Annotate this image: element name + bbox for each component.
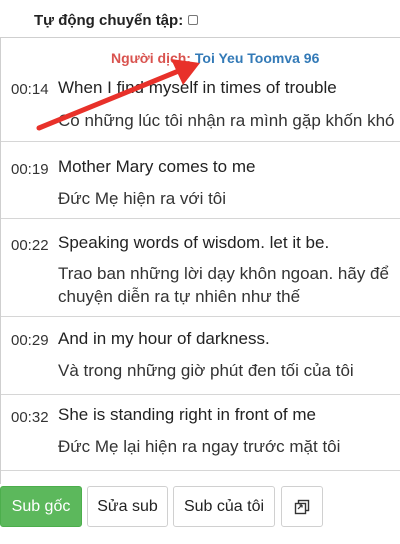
subtitle-list[interactable]: Người dịch: Toi Yeu Toomva 96 00:14 When…: [0, 37, 400, 484]
sub-toolbar: Sub gốc Sửa sub Sub của tôi: [0, 484, 400, 544]
subtitle-original: Mother Mary comes to me: [58, 157, 256, 176]
edit-sub-button[interactable]: Sửa sub: [87, 486, 168, 527]
subtitle-original: When I find myself in times of trouble: [58, 78, 337, 97]
subtitle-original: Speaking words of wisdom. let it be.: [58, 233, 330, 252]
subtitle-time: 00:19: [11, 161, 49, 178]
subtitle-translation: Đức Mẹ lại hiện ra ngay trước mặt tôi: [58, 437, 341, 456]
subtitle-time: 00:32: [11, 409, 49, 426]
subtitle-original: And in my hour of darkness.: [58, 329, 270, 348]
subtitle-item[interactable]: 00:29 And in my hour of darkness. Và tro…: [1, 317, 400, 395]
subtitle-item[interactable]: 00:32 She is standing right in front of …: [1, 395, 400, 471]
subtitle-translation-line-2: chuyện diễn ra tự nhiên như thế: [58, 287, 301, 306]
subtitle-time: 00:14: [11, 81, 49, 98]
autoplay-bar: Tự động chuyển tập:: [0, 0, 400, 40]
subtitle-item[interactable]: 00:14 When I find myself in times of tro…: [1, 38, 400, 142]
subtitle-item[interactable]: 00:22 Speaking words of wisdom. let it b…: [1, 219, 400, 317]
copy-icon: [294, 499, 310, 514]
subtitle-translation: Và trong những giờ phút đen tối của tôi: [58, 361, 354, 380]
subtitle-widget: Tự động chuyển tập: Người dịch: Toi Yeu …: [0, 0, 400, 544]
subtitle-translation: Có những lúc tôi nhận ra mình gặp khốn k…: [58, 111, 395, 130]
subtitle-time: 00:29: [11, 332, 49, 349]
copy-button[interactable]: [281, 486, 323, 527]
subtitle-translation: Đức Mẹ hiện ra với tôi: [58, 189, 227, 208]
subtitle-time: 00:22: [11, 237, 49, 254]
autoplay-checkbox[interactable]: [188, 15, 199, 25]
subtitle-original: She is standing right in front of me: [58, 405, 316, 424]
my-sub-button[interactable]: Sub của tôi: [173, 486, 275, 527]
subtitle-item[interactable]: 00:19 Mother Mary comes to me Đức Mẹ hiệ…: [1, 142, 400, 219]
autoplay-label: Tự động chuyển tập:: [34, 11, 184, 29]
original-sub-button[interactable]: Sub gốc: [0, 486, 82, 527]
subtitle-translation: Trao ban những lời dạy khôn ngoan. hãy đ…: [58, 264, 389, 283]
